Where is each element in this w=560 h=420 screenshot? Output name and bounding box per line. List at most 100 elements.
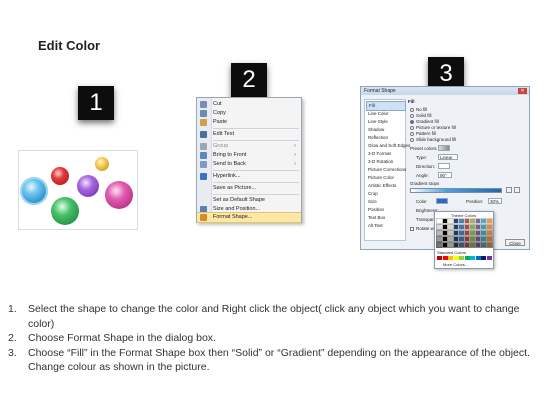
menu-item-save-as-picture[interactable]: Save as Picture... xyxy=(197,184,301,193)
menu-item-paste[interactable]: Paste xyxy=(197,118,301,127)
preset-colors-dropdown[interactable] xyxy=(438,145,450,151)
color-swatch[interactable] xyxy=(441,224,449,230)
radio-slide-bg-fill[interactable] xyxy=(410,138,414,142)
menu-item-copy[interactable]: Copy xyxy=(197,109,301,118)
color-swatch[interactable] xyxy=(447,230,454,236)
color-swatch[interactable] xyxy=(463,224,471,230)
color-swatch[interactable] xyxy=(452,224,460,230)
color-swatch[interactable] xyxy=(480,224,487,230)
nav-item-alt-text[interactable]: Alt Text xyxy=(366,222,404,230)
color-swatch[interactable] xyxy=(469,230,476,236)
standard-color-swatch[interactable] xyxy=(459,256,464,260)
standard-color-swatch[interactable] xyxy=(437,256,442,260)
radio-picture-fill[interactable] xyxy=(410,126,414,130)
nav-item-crop[interactable]: Crop xyxy=(366,190,404,198)
color-swatch[interactable] xyxy=(469,236,476,242)
color-swatch[interactable] xyxy=(485,218,493,224)
add-stop-button[interactable] xyxy=(506,187,512,193)
color-swatch[interactable] xyxy=(474,230,482,236)
remove-stop-button[interactable] xyxy=(514,187,520,193)
standard-color-swatch[interactable] xyxy=(475,256,481,260)
menu-item-format-shape[interactable]: Format Shape... xyxy=(197,212,301,223)
color-swatch[interactable] xyxy=(463,242,471,248)
color-swatch[interactable] xyxy=(441,242,449,248)
color-swatch[interactable] xyxy=(480,236,487,242)
color-swatch[interactable] xyxy=(436,242,443,248)
color-swatch[interactable] xyxy=(447,236,454,242)
radio-pattern-fill[interactable] xyxy=(410,132,414,136)
green-ball[interactable] xyxy=(51,197,79,225)
color-picker-button[interactable] xyxy=(436,198,448,204)
color-swatch[interactable] xyxy=(458,242,465,248)
pink-ball[interactable] xyxy=(105,181,133,209)
yellow-ball[interactable] xyxy=(95,157,109,171)
color-swatch[interactable] xyxy=(436,218,443,224)
close-button[interactable]: Close xyxy=(505,239,525,246)
color-swatch[interactable] xyxy=(463,218,471,224)
color-swatch[interactable] xyxy=(485,242,493,248)
color-swatch[interactable] xyxy=(469,218,476,224)
color-swatch[interactable] xyxy=(485,236,493,242)
menu-item-send-to-back[interactable]: Send to Back › xyxy=(197,160,301,169)
angle-input[interactable]: 90° xyxy=(438,172,452,178)
menu-item-bring-to-front[interactable]: Bring to Front › xyxy=(197,151,301,160)
purple-ball[interactable] xyxy=(77,175,99,197)
nav-item-artistic-effects[interactable]: Artistic Effects xyxy=(366,182,404,190)
menu-item-set-default-shape[interactable]: Set as Default Shape xyxy=(197,196,301,205)
nav-item-3d-rotation[interactable]: 3-D Rotation xyxy=(366,158,404,166)
standard-color-swatch[interactable] xyxy=(481,256,486,260)
color-swatch[interactable] xyxy=(441,230,449,236)
color-swatch[interactable] xyxy=(458,224,465,230)
menu-item-cut[interactable]: Cut xyxy=(197,100,301,109)
color-swatch[interactable] xyxy=(447,224,454,230)
color-swatch[interactable] xyxy=(441,236,449,242)
standard-color-swatch[interactable] xyxy=(448,256,453,260)
nav-item-text-box[interactable]: Text Box xyxy=(366,214,404,222)
nav-item-reflection[interactable]: Reflection xyxy=(366,134,404,142)
color-swatch[interactable] xyxy=(474,242,482,248)
color-swatch[interactable] xyxy=(458,230,465,236)
close-icon[interactable]: ✕ xyxy=(518,88,527,94)
nav-item-picture-corrections[interactable]: Picture Corrections xyxy=(366,166,406,174)
standard-color-swatch[interactable] xyxy=(464,256,470,260)
nav-item-size[interactable]: Size xyxy=(366,198,404,206)
color-swatch[interactable] xyxy=(436,224,443,230)
blue-ball[interactable] xyxy=(20,177,48,205)
more-colors-link[interactable]: More Colors... xyxy=(443,262,468,267)
color-swatch[interactable] xyxy=(447,218,454,224)
menu-item-group[interactable]: Group › xyxy=(197,142,301,151)
color-swatch[interactable] xyxy=(452,218,460,224)
nav-item-3d-format[interactable]: 3-D Format xyxy=(366,150,404,158)
position-input[interactable]: 30% xyxy=(488,198,502,204)
direction-dropdown[interactable] xyxy=(438,163,450,169)
color-swatch[interactable] xyxy=(452,242,460,248)
menu-item-hyperlink[interactable]: Hyperlink... xyxy=(197,172,301,181)
color-swatch[interactable] xyxy=(469,242,476,248)
color-swatch[interactable] xyxy=(436,236,443,242)
radio-no-fill[interactable] xyxy=(410,108,414,112)
standard-color-swatch[interactable] xyxy=(470,256,475,260)
gradient-stops-bar[interactable] xyxy=(410,188,502,193)
color-swatch[interactable] xyxy=(441,218,449,224)
standard-color-swatch[interactable] xyxy=(453,256,459,260)
color-swatch[interactable] xyxy=(452,230,460,236)
radio-gradient-fill[interactable] xyxy=(410,120,414,124)
radio-solid-fill[interactable] xyxy=(410,114,414,118)
color-swatch[interactable] xyxy=(485,230,493,236)
color-swatch[interactable] xyxy=(474,236,482,242)
color-swatch[interactable] xyxy=(474,218,482,224)
nav-item-line-color[interactable]: Line Color xyxy=(366,110,404,118)
color-swatch[interactable] xyxy=(469,224,476,230)
color-swatch[interactable] xyxy=(458,218,465,224)
nav-item-position[interactable]: Position xyxy=(366,206,404,214)
color-swatch[interactable] xyxy=(480,242,487,248)
color-swatch[interactable] xyxy=(458,236,465,242)
rotate-checkbox[interactable] xyxy=(410,227,414,231)
nav-item-line-style[interactable]: Line Style xyxy=(366,118,404,126)
color-swatch[interactable] xyxy=(485,224,493,230)
standard-color-swatch[interactable] xyxy=(486,256,492,260)
nav-item-shadow[interactable]: Shadow xyxy=(366,126,404,134)
color-swatch[interactable] xyxy=(480,230,487,236)
type-dropdown[interactable]: Linear xyxy=(438,154,458,160)
menu-item-edit-text[interactable]: Edit Text xyxy=(197,130,301,139)
